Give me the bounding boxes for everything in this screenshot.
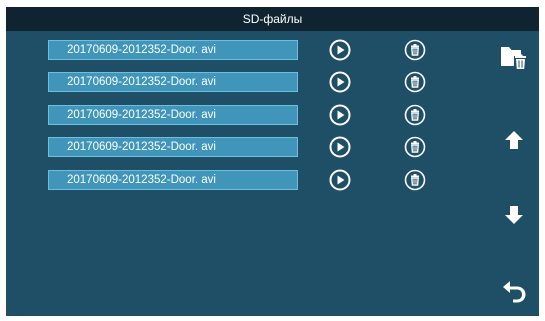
arrow-down-icon[interactable] — [504, 205, 524, 225]
play-icon[interactable] — [329, 104, 351, 126]
file-name[interactable]: 20170609-2012352-Door. avi — [48, 105, 298, 125]
file-name[interactable]: 20170609-2012352-Door. avi — [48, 170, 298, 190]
trash-icon[interactable] — [404, 39, 426, 61]
play-icon[interactable] — [329, 71, 351, 93]
trash-icon[interactable] — [404, 169, 426, 191]
trash-icon[interactable] — [404, 71, 426, 93]
file-row: 20170609-2012352-Door. avi — [6, 39, 446, 61]
folder-trash-icon[interactable] — [500, 44, 528, 70]
play-icon[interactable] — [329, 39, 351, 61]
file-name[interactable]: 20170609-2012352-Door. avi — [48, 137, 298, 157]
trash-icon[interactable] — [404, 104, 426, 126]
arrow-up-icon[interactable] — [504, 130, 524, 150]
back-arrow-icon[interactable] — [502, 277, 528, 303]
file-name[interactable]: 20170609-2012352-Door. avi — [48, 72, 298, 92]
file-row: 20170609-2012352-Door. avi — [6, 71, 446, 93]
file-row: 20170609-2012352-Door. avi — [6, 169, 446, 191]
file-row: 20170609-2012352-Door. avi — [6, 136, 446, 158]
play-icon[interactable] — [329, 169, 351, 191]
file-name[interactable]: 20170609-2012352-Door. avi — [48, 40, 298, 60]
file-row: 20170609-2012352-Door. avi — [6, 104, 446, 126]
page-title: SD-файлы — [6, 7, 539, 31]
play-icon[interactable] — [329, 136, 351, 158]
trash-icon[interactable] — [404, 136, 426, 158]
sd-files-screen: SD-файлы 20170609-2012352-Door. avi 2017… — [6, 7, 539, 316]
